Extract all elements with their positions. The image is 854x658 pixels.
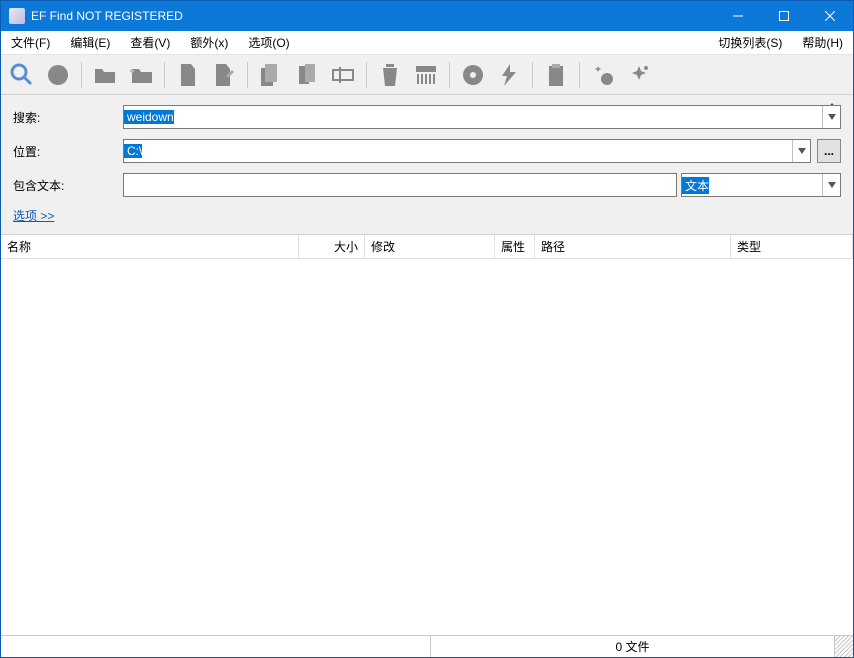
- col-path[interactable]: 路径: [535, 235, 731, 258]
- menu-file[interactable]: 文件(F): [1, 31, 60, 54]
- chevron-down-icon[interactable]: [792, 140, 810, 162]
- sparkle-tool-icon[interactable]: [588, 60, 618, 90]
- rename-icon[interactable]: [328, 60, 358, 90]
- col-modified[interactable]: 修改: [365, 235, 495, 258]
- more-options-link[interactable]: 选项 >>: [13, 207, 54, 224]
- location-combo[interactable]: C:\: [123, 139, 811, 163]
- title-bar: EF Find NOT REGISTERED: [1, 1, 853, 31]
- folder-sparkle-icon[interactable]: [126, 60, 156, 90]
- menu-help[interactable]: 帮助(H): [792, 31, 853, 54]
- file-icon[interactable]: [173, 60, 203, 90]
- status-bar: 0 文件: [1, 635, 853, 657]
- results-body: [1, 259, 853, 635]
- app-icon: [9, 8, 25, 24]
- menu-extra[interactable]: 额外(x): [180, 31, 238, 54]
- results-area: 名称 大小 修改 属性 路径 类型: [1, 235, 853, 635]
- search-combo[interactable]: weidown: [123, 105, 841, 129]
- location-value: C:\: [124, 144, 142, 158]
- menu-edit[interactable]: 编辑(E): [60, 31, 120, 54]
- file-edit-icon[interactable]: [209, 60, 239, 90]
- menu-bar: 文件(F) 编辑(E) 查看(V) 额外(x) 选项(O) 切换列表(S) 帮助…: [1, 31, 853, 55]
- bolt-icon[interactable]: [494, 60, 524, 90]
- copy-icon[interactable]: [256, 60, 286, 90]
- minimize-button[interactable]: [715, 1, 761, 31]
- shred-icon[interactable]: [411, 60, 441, 90]
- chevron-down-icon[interactable]: [822, 106, 840, 128]
- chevron-down-icon[interactable]: [822, 174, 840, 196]
- sparkle-burst-icon[interactable]: [624, 60, 654, 90]
- status-files: 0 文件: [431, 636, 835, 657]
- resize-grip-icon[interactable]: [835, 636, 853, 657]
- col-attribute[interactable]: 属性: [495, 235, 535, 258]
- contain-label: 包含文本:: [13, 177, 123, 194]
- browse-button[interactable]: ...: [817, 139, 841, 163]
- col-size[interactable]: 大小: [299, 235, 365, 258]
- location-label: 位置:: [13, 143, 123, 160]
- menu-options[interactable]: 选项(O): [238, 31, 299, 54]
- col-name[interactable]: 名称: [1, 235, 299, 258]
- clipboard-icon[interactable]: [541, 60, 571, 90]
- trash-icon[interactable]: [375, 60, 405, 90]
- table-header: 名称 大小 修改 属性 路径 类型: [1, 235, 853, 259]
- duplicate-icon[interactable]: [292, 60, 322, 90]
- disc-icon[interactable]: [458, 60, 488, 90]
- search-label: 搜索:: [13, 109, 123, 126]
- maximize-button[interactable]: [761, 1, 807, 31]
- status-left: [1, 636, 431, 657]
- toolbar: [1, 55, 853, 95]
- text-type-value: 文本: [682, 177, 709, 194]
- search-icon[interactable]: [7, 60, 37, 90]
- contain-text-input[interactable]: [123, 173, 677, 197]
- search-panel: 搜索: weidown 位置: C:\ ... 包含文本: 文本 选项 >>: [1, 95, 853, 235]
- window-title: EF Find NOT REGISTERED: [31, 9, 183, 23]
- folder-icon[interactable]: [90, 60, 120, 90]
- menu-view[interactable]: 查看(V): [120, 31, 180, 54]
- menu-switch-list[interactable]: 切换列表(S): [708, 31, 792, 54]
- stop-icon[interactable]: [43, 60, 73, 90]
- close-button[interactable]: [807, 1, 853, 31]
- search-value: weidown: [124, 110, 174, 124]
- col-type[interactable]: 类型: [731, 235, 853, 258]
- contain-input-field[interactable]: [124, 175, 676, 195]
- text-type-combo[interactable]: 文本: [681, 173, 841, 197]
